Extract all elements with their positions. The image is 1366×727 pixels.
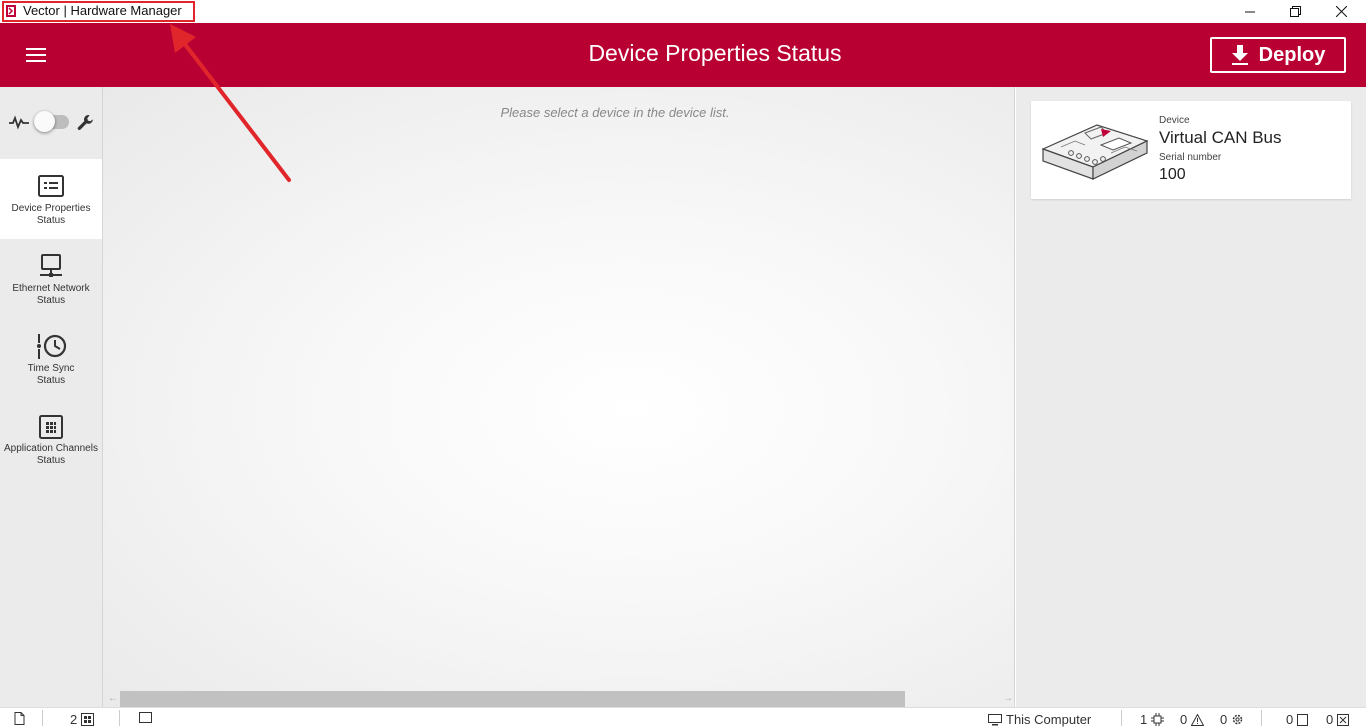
close-box-icon xyxy=(1337,713,1350,726)
device-label: Device xyxy=(1159,115,1190,126)
deploy-button[interactable]: Deploy xyxy=(1210,37,1346,73)
clock-icon xyxy=(35,333,69,359)
separator xyxy=(1121,710,1122,726)
download-icon xyxy=(1231,45,1248,65)
nav-device-properties-status[interactable]: Device Properties Status xyxy=(0,159,102,239)
box-icon xyxy=(1297,713,1309,726)
document-icon[interactable] xyxy=(14,712,25,725)
separator xyxy=(42,710,43,726)
app-header: Device Properties Status Deploy xyxy=(0,23,1366,87)
deploy-label: Deploy xyxy=(1258,43,1326,66)
horizontal-scrollbar[interactable]: ← → xyxy=(103,690,1016,707)
nav-label-line2: Status xyxy=(36,375,66,386)
restore-icon xyxy=(1289,6,1301,17)
nav-label-line1: Device Properties xyxy=(11,203,91,214)
main-content-area: Please select a device in the device lis… xyxy=(102,87,1015,707)
device-properties-icon xyxy=(38,174,64,200)
device-name: Virtual CAN Bus xyxy=(1159,128,1282,147)
mode-switch-row xyxy=(0,87,102,159)
close-icon xyxy=(1335,6,1347,17)
close-window-button[interactable] xyxy=(1318,0,1364,23)
minimize-icon xyxy=(1245,11,1255,12)
nav-label-line2: Status xyxy=(36,215,66,226)
nav-label-line1: Application Channels xyxy=(4,443,98,454)
nav-label-line1: Time Sync xyxy=(27,363,75,374)
window-titlebar: Vector | Hardware Manager xyxy=(0,0,1366,23)
computer-icon xyxy=(988,713,1002,725)
scroll-right-icon[interactable]: → xyxy=(1003,693,1013,704)
nav-label-line2: Status xyxy=(36,295,66,306)
gear-icon xyxy=(1232,714,1243,725)
status-bar: 2 This Computer 1 0 0 0 0 xyxy=(0,707,1366,727)
left-navigation: Device Properties Status Ethernet Networ… xyxy=(0,87,102,707)
separator xyxy=(1261,710,1262,726)
nav-ethernet-network-status[interactable]: Ethernet Network Status xyxy=(0,239,102,319)
mode-toggle[interactable] xyxy=(34,111,69,132)
serial-number-label: Serial number xyxy=(1159,152,1222,163)
nav-application-channels-status[interactable]: Application Channels Status xyxy=(0,399,102,479)
scroll-left-icon[interactable]: ← xyxy=(108,693,118,704)
nav-label-line1: Ethernet Network xyxy=(12,283,90,294)
restore-button[interactable] xyxy=(1272,0,1318,23)
pulse-icon xyxy=(9,114,29,135)
wrench-icon xyxy=(77,114,95,137)
separator xyxy=(119,710,120,726)
page-title: Device Properties Status xyxy=(588,40,842,66)
can-device-image xyxy=(1041,119,1149,186)
device-card[interactable]: Device Virtual CAN Bus Serial number 100 xyxy=(1031,101,1351,199)
grid-small-icon xyxy=(81,713,95,726)
monitor-icon xyxy=(38,253,64,279)
nav-label-line2: Status xyxy=(36,455,66,466)
device-list-panel: Device Virtual CAN Bus Serial number 100 xyxy=(1016,87,1366,707)
nav-time-sync-status[interactable]: Time Sync Status xyxy=(0,319,102,399)
annotation-highlight-box xyxy=(2,1,195,22)
minimize-button[interactable] xyxy=(1227,0,1273,23)
scrollbar-thumb[interactable] xyxy=(120,691,905,707)
grid-icon xyxy=(38,414,64,440)
serial-number-value: 100 xyxy=(1159,166,1186,183)
chip-icon xyxy=(1151,713,1165,726)
empty-state-message: Please select a device in the device lis… xyxy=(500,105,730,120)
toggle-knob xyxy=(34,111,55,132)
warning-icon xyxy=(1191,713,1205,726)
window-small-icon[interactable] xyxy=(139,712,152,723)
